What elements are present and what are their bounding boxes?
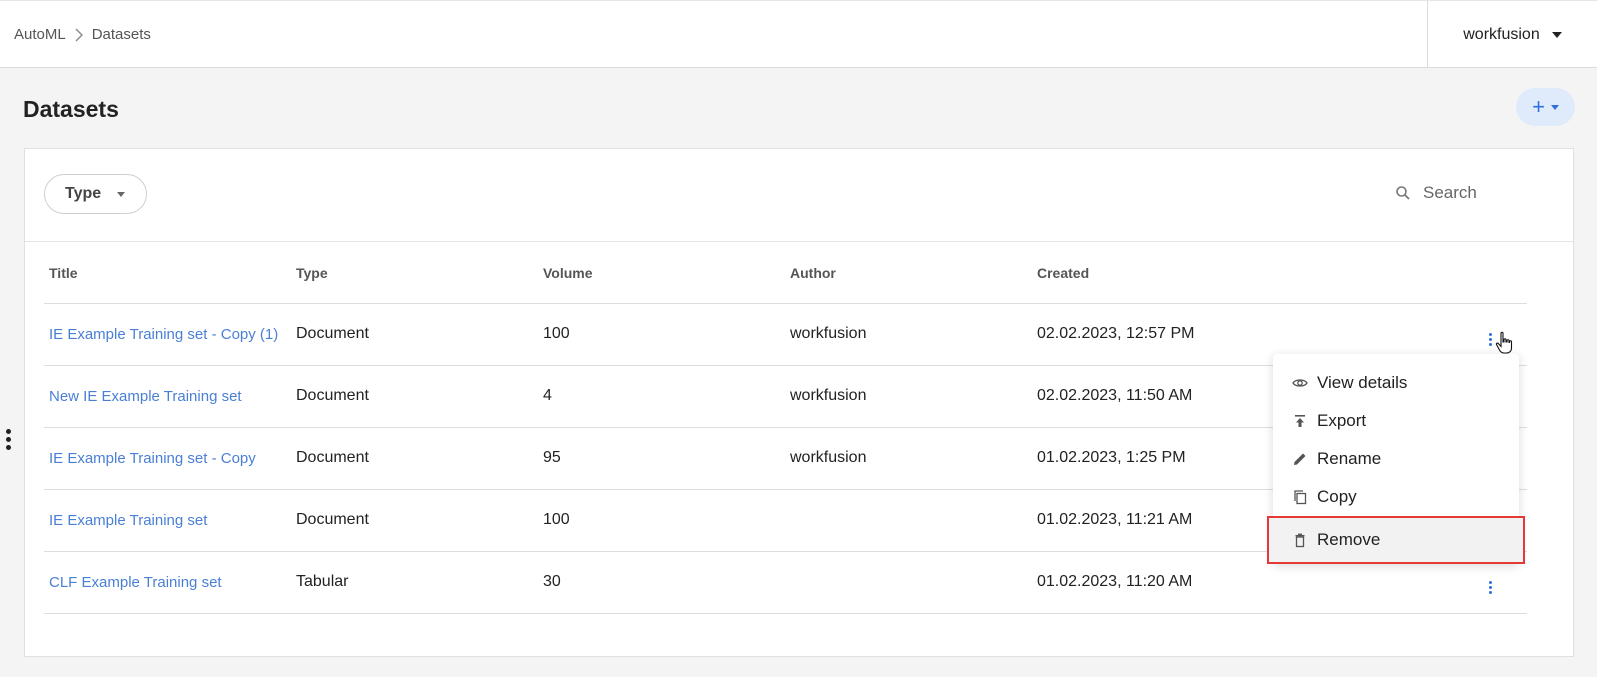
- menu-item-label: Rename: [1317, 449, 1382, 468]
- dataset-volume: 4: [538, 365, 785, 428]
- menu-item-copy[interactable]: Copy: [1273, 478, 1519, 516]
- column-author[interactable]: Author: [785, 243, 1032, 304]
- dataset-volume: 95: [538, 427, 785, 490]
- dataset-title-link[interactable]: CLF Example Training set: [44, 551, 291, 614]
- dataset-type: Tabular: [291, 551, 538, 614]
- dataset-title-link[interactable]: IE Example Training set - Copy: [44, 427, 291, 490]
- menu-item-label: Copy: [1317, 487, 1357, 506]
- dataset-type: Document: [291, 303, 538, 366]
- top-bar: AutoML Datasets workfusion: [0, 0, 1597, 68]
- column-created[interactable]: Created: [1032, 243, 1462, 304]
- dataset-volume: 30: [538, 551, 785, 614]
- breadcrumb-datasets: Datasets: [91, 26, 151, 43]
- menu-item-label: Export: [1317, 411, 1367, 430]
- hand-cursor-icon: [1495, 331, 1513, 354]
- search-icon: [1396, 186, 1410, 200]
- page-title: Datasets: [23, 96, 119, 122]
- dataset-title-link[interactable]: IE Example Training set - Copy (1): [44, 303, 291, 366]
- column-title[interactable]: Title: [44, 243, 291, 304]
- dataset-volume: 100: [538, 489, 785, 552]
- caret-down-icon: [117, 191, 126, 197]
- dataset-volume: 100: [538, 303, 785, 366]
- copy-icon: [1294, 490, 1307, 505]
- menu-item-label: View details: [1317, 373, 1408, 392]
- caret-down-icon: [1551, 31, 1562, 38]
- dataset-author: [785, 489, 1032, 552]
- breadcrumb: AutoML Datasets: [14, 26, 151, 43]
- eye-icon: [1292, 379, 1308, 387]
- dataset-type: Document: [291, 365, 538, 428]
- add-dataset-button[interactable]: +: [1516, 88, 1575, 126]
- dataset-author: workfusion: [785, 427, 1032, 490]
- caret-down-icon: [1550, 104, 1559, 110]
- filter-row: Type Search: [25, 149, 1573, 242]
- dataset-author: workfusion: [785, 303, 1032, 366]
- search-placeholder: Search: [1423, 183, 1477, 202]
- pencil-icon: [1294, 453, 1306, 465]
- table-header: Title Type Volume Author Created: [44, 243, 1527, 304]
- menu-item-view-details[interactable]: View details: [1273, 364, 1519, 402]
- breadcrumb-automl[interactable]: AutoML: [14, 26, 66, 43]
- row-context-menu: View details Export Rename Copy Remove: [1267, 354, 1525, 564]
- dataset-author: workfusion: [785, 365, 1032, 428]
- trash-icon: [1295, 533, 1305, 548]
- menu-item-rename[interactable]: Rename: [1273, 440, 1519, 478]
- menu-item-label: Remove: [1317, 530, 1381, 549]
- type-filter-label: Type: [65, 185, 102, 202]
- side-panel-handle-icon[interactable]: [6, 429, 11, 450]
- more-actions-icon[interactable]: [1489, 580, 1492, 594]
- column-actions: [1462, 243, 1527, 304]
- user-name: workfusion: [1463, 25, 1540, 43]
- type-filter-button[interactable]: Type: [44, 174, 147, 214]
- dataset-title-link[interactable]: IE Example Training set: [44, 489, 291, 552]
- menu-item-export[interactable]: Export: [1273, 402, 1519, 440]
- column-type[interactable]: Type: [291, 243, 538, 304]
- column-volume[interactable]: Volume: [538, 243, 785, 304]
- dataset-type: Document: [291, 489, 538, 552]
- more-actions-icon[interactable]: [1489, 332, 1492, 346]
- menu-item-remove[interactable]: Remove: [1267, 516, 1525, 564]
- chevron-right-icon: [75, 28, 83, 41]
- export-icon: [1295, 415, 1305, 427]
- dataset-title-link[interactable]: New IE Example Training set: [44, 365, 291, 428]
- dataset-author: [785, 551, 1032, 614]
- user-menu[interactable]: workfusion: [1427, 1, 1597, 68]
- search-input[interactable]: Search: [1395, 183, 1477, 203]
- plus-icon: +: [1532, 94, 1545, 119]
- dataset-type: Document: [291, 427, 538, 490]
